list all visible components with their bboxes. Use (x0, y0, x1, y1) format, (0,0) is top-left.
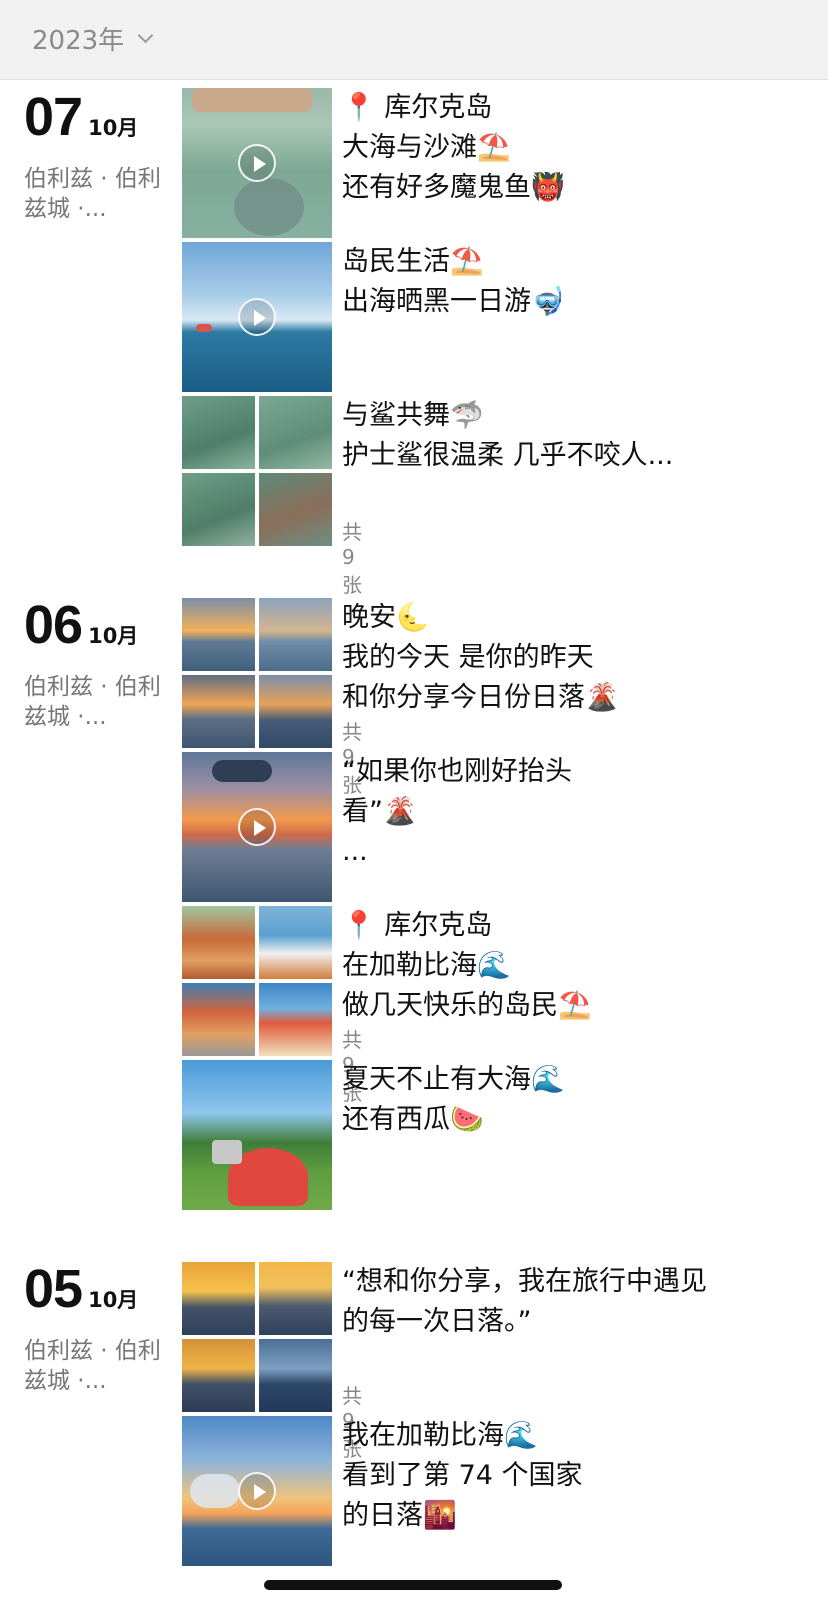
post-line: 📍 库尔克岛 (342, 92, 493, 123)
year-label: 2023年 (32, 26, 125, 56)
post-line: 看到了第 74 个国家 (342, 1460, 583, 1491)
post-line: 护士鲨很温柔 几乎不咬人... (342, 440, 674, 471)
post-line: 我的今天 是你的昨天 (342, 642, 594, 673)
post-line: 在加勒比海🌊 (342, 950, 511, 981)
day-group-07: 07 10月 伯利兹 · 伯利兹城 ·... (24, 86, 164, 224)
video-thumbnail[interactable] (182, 1416, 332, 1566)
post-text: “想和你分享，我在旅行中遇见 的每一次日落。” (342, 1262, 812, 1342)
photo-grid[interactable] (182, 396, 332, 546)
post-line: 晚安🌜 (342, 602, 430, 633)
post-line: 还有好多魔鬼鱼👹 (342, 172, 565, 203)
post-text: 📍 库尔克岛 大海与沙滩⛱️ 还有好多魔鬼鱼👹 (342, 88, 812, 208)
home-indicator (264, 1580, 562, 1590)
post-line: 看”🌋 (342, 796, 417, 827)
post-line: 岛民生活⛱️ (342, 246, 484, 277)
day-location[interactable]: 伯利兹 · 伯利兹城 ·... (24, 1336, 164, 1396)
post-text: 夏天不止有大海🌊 还有西瓜🍉 (342, 1060, 812, 1140)
day-month: 10月 (88, 116, 139, 140)
post-line: 还有西瓜🍉 (342, 1104, 484, 1135)
year-selector[interactable]: 2023年 (32, 20, 154, 57)
day-group-05: 05 10月 伯利兹 · 伯利兹城 ·... (24, 1258, 164, 1396)
video-thumbnail[interactable] (182, 242, 332, 392)
day-number: 06 (24, 595, 83, 655)
top-header: 2023年 (0, 0, 828, 80)
post-text: 我在加勒比海🌊 看到了第 74 个国家 的日落🌇 (342, 1416, 812, 1536)
day-number: 07 (24, 87, 83, 147)
post-text: “如果你也刚好抬头 看”🌋 ... (342, 752, 812, 872)
play-icon (238, 1472, 276, 1510)
post-line: 与鲨共舞🦈 (342, 400, 484, 431)
day-group-06: 06 10月 伯利兹 · 伯利兹城 ·... (24, 594, 164, 732)
day-number: 05 (24, 1259, 83, 1319)
photo-grid[interactable] (182, 1262, 332, 1412)
post-line: 的每一次日落。” (342, 1306, 532, 1337)
post-line: 做几天快乐的岛民⛱️ (342, 990, 592, 1021)
play-icon (238, 144, 276, 182)
post-line: 我在加勒比海🌊 (342, 1420, 538, 1451)
play-icon (238, 808, 276, 846)
chevron-down-icon (137, 27, 154, 44)
post-text: 与鲨共舞🦈 护士鲨很温柔 几乎不咬人... (342, 396, 812, 476)
post-line: 出海晒黑一日游🤿 (342, 286, 565, 317)
video-thumbnail[interactable] (182, 88, 332, 238)
day-location[interactable]: 伯利兹 · 伯利兹城 ·... (24, 672, 164, 732)
photo-thumbnail[interactable] (182, 1060, 332, 1210)
post-line: 的日落🌇 (342, 1500, 457, 1531)
post-line: 夏天不止有大海🌊 (342, 1064, 565, 1095)
photo-count: 共9张 (342, 520, 362, 597)
post-line: 和你分享今日份日落🌋 (342, 682, 619, 713)
photo-grid[interactable] (182, 598, 332, 748)
post-line: ... (342, 836, 368, 867)
post-line: 大海与沙滩⛱️ (342, 132, 511, 163)
post-line: 📍 库尔克岛 (342, 910, 493, 941)
play-icon (238, 298, 276, 336)
video-thumbnail[interactable] (182, 752, 332, 902)
post-text: 📍 库尔克岛 在加勒比海🌊 做几天快乐的岛民⛱️ (342, 906, 812, 1026)
day-month: 10月 (88, 624, 139, 648)
post-text: 晚安🌜 我的今天 是你的昨天 和你分享今日份日落🌋 (342, 598, 812, 718)
post-line: “想和你分享，我在旅行中遇见 (342, 1266, 707, 1297)
post-text: 岛民生活⛱️ 出海晒黑一日游🤿 (342, 242, 812, 322)
day-month: 10月 (88, 1288, 139, 1312)
photo-grid[interactable] (182, 906, 332, 1056)
post-line: “如果你也刚好抬头 (342, 756, 572, 787)
day-location[interactable]: 伯利兹 · 伯利兹城 ·... (24, 164, 164, 224)
